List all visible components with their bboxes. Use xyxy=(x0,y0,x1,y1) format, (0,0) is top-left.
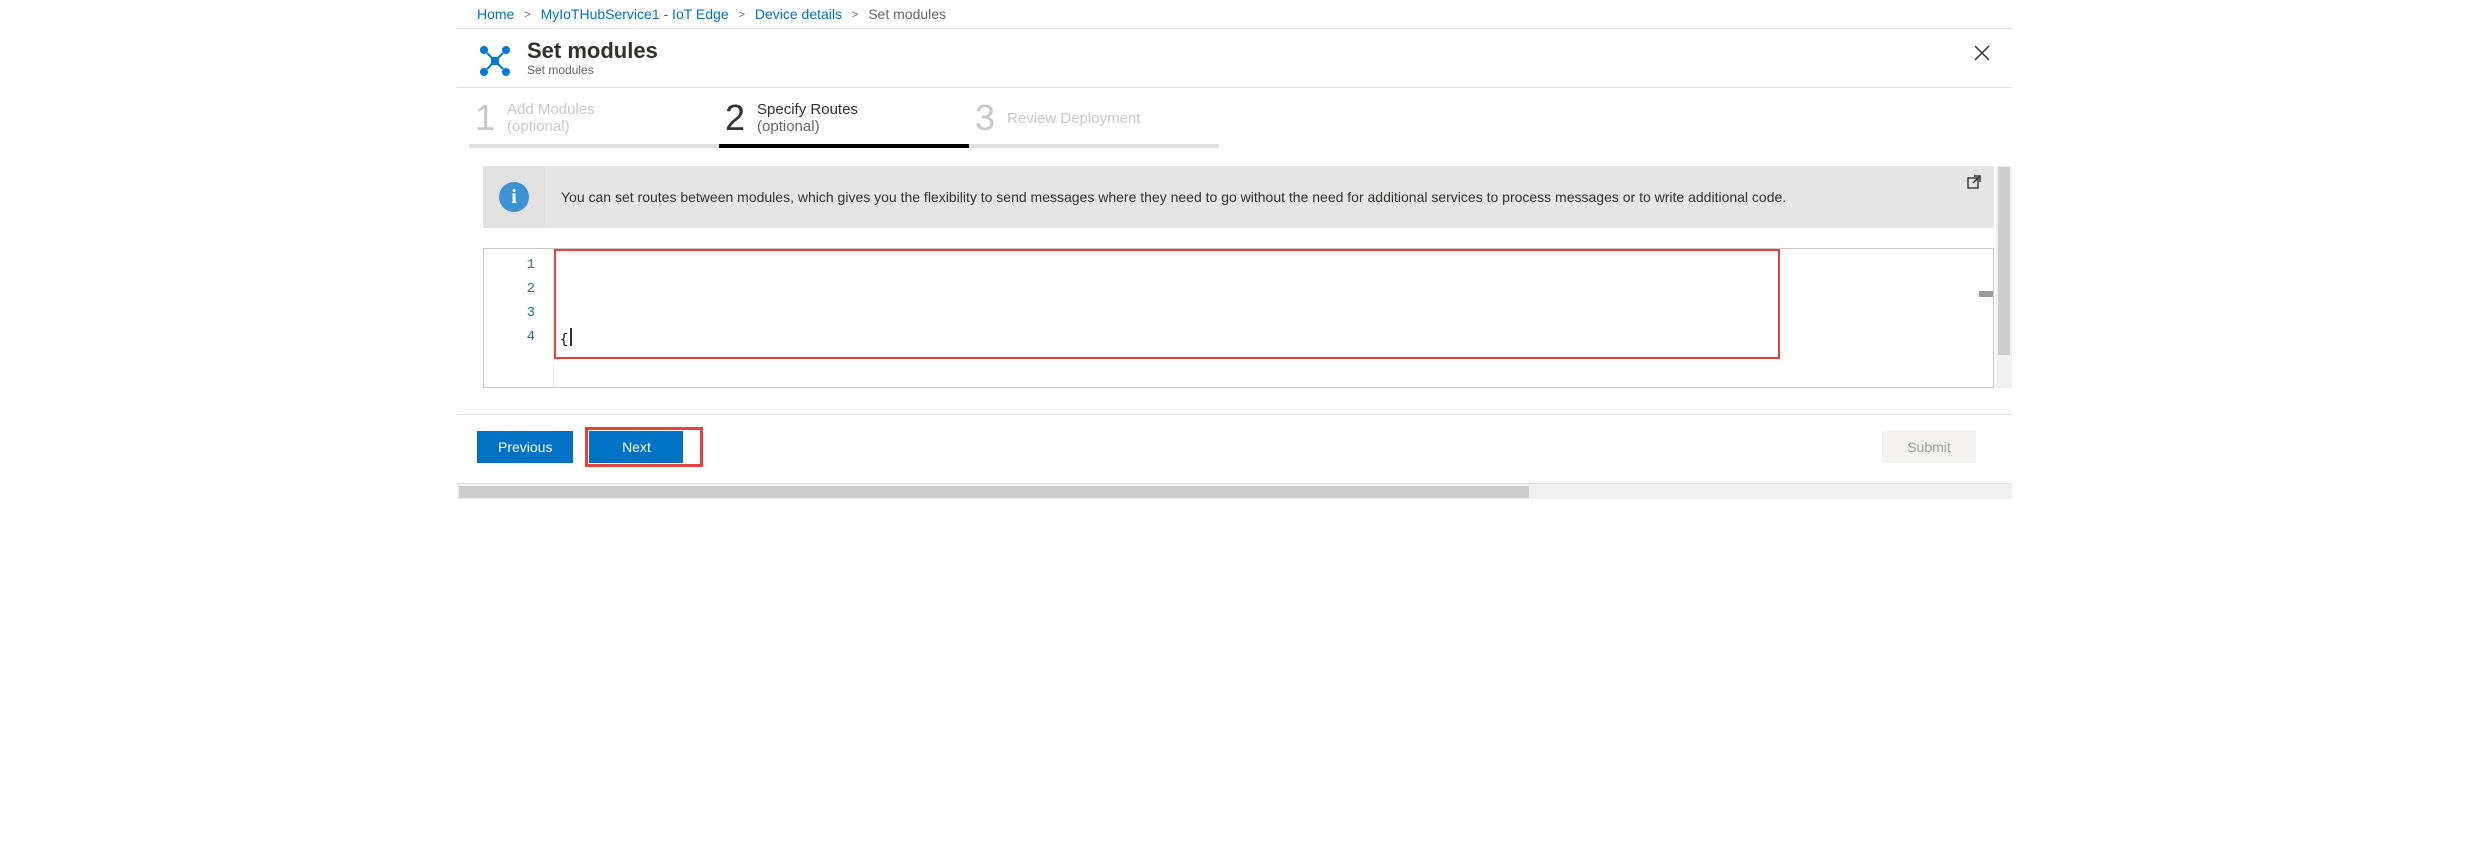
info-icon: i xyxy=(483,166,545,228)
step-number: 2 xyxy=(725,100,745,136)
line-number: 4 xyxy=(488,325,535,349)
wizard-footer: Previous Next Submit xyxy=(457,414,2012,483)
next-button[interactable]: Next xyxy=(589,431,683,463)
breadcrumb-hub[interactable]: MyIoTHubService1 - IoT Edge xyxy=(541,6,729,22)
breadcrumb-sep: > xyxy=(733,9,751,21)
editor-gutter: 1 2 3 4 xyxy=(484,249,554,387)
page-header: Set modules Set modules xyxy=(457,29,2012,88)
editor-body[interactable]: { "routes": { "route": "FROM /* WHERE to… xyxy=(554,249,1993,387)
line-number: 1 xyxy=(488,253,535,277)
routes-json-editor[interactable]: 1 2 3 4 { "routes": { "route": "FROM /* … xyxy=(483,248,1994,388)
breadcrumb-sep: > xyxy=(518,9,536,21)
vertical-scrollbar[interactable] xyxy=(1996,166,2012,388)
popout-icon[interactable] xyxy=(1966,174,1982,193)
step-specify-routes[interactable]: 2 Specify Routes (optional) xyxy=(719,100,969,148)
step-review-deployment[interactable]: 3 Review Deployment xyxy=(969,100,1219,148)
minimap-marker xyxy=(1979,291,1993,297)
breadcrumb-current: Set modules xyxy=(868,6,946,22)
submit-button: Submit xyxy=(1882,431,1976,463)
page-subtitle: Set modules xyxy=(527,63,1966,77)
step-number: 1 xyxy=(475,100,495,136)
breadcrumb-device[interactable]: Device details xyxy=(755,6,842,22)
code-token: { xyxy=(560,332,568,348)
step-add-modules[interactable]: 1 Add Modules (optional) xyxy=(469,100,719,148)
close-icon[interactable] xyxy=(1966,39,1998,69)
info-icon-glyph: i xyxy=(499,182,529,212)
horizontal-scrollbar[interactable] xyxy=(457,483,2012,499)
step-number: 3 xyxy=(975,100,995,136)
step-title: Add Modules xyxy=(507,101,595,118)
page-title: Set modules xyxy=(527,39,1966,63)
line-number: 2 xyxy=(488,277,535,301)
step-title: Specify Routes xyxy=(757,101,858,118)
set-modules-icon xyxy=(475,41,515,81)
wizard-stepper: 1 Add Modules (optional) 2 Specify Route… xyxy=(457,88,2012,148)
line-number: 3 xyxy=(488,301,535,325)
step-title: Review Deployment xyxy=(1007,110,1140,127)
info-text: You can set routes between modules, whic… xyxy=(545,179,1994,215)
breadcrumb-home[interactable]: Home xyxy=(477,6,514,22)
breadcrumb-sep: > xyxy=(846,9,864,21)
breadcrumb: Home > MyIoTHubService1 - IoT Edge > Dev… xyxy=(457,0,2012,29)
previous-button[interactable]: Previous xyxy=(477,431,573,463)
info-banner: i You can set routes between modules, wh… xyxy=(483,166,1994,228)
step-subtitle: (optional) xyxy=(507,118,595,135)
content-pane: i You can set routes between modules, wh… xyxy=(457,166,2012,388)
step-subtitle: (optional) xyxy=(757,118,858,135)
text-caret xyxy=(570,328,572,346)
